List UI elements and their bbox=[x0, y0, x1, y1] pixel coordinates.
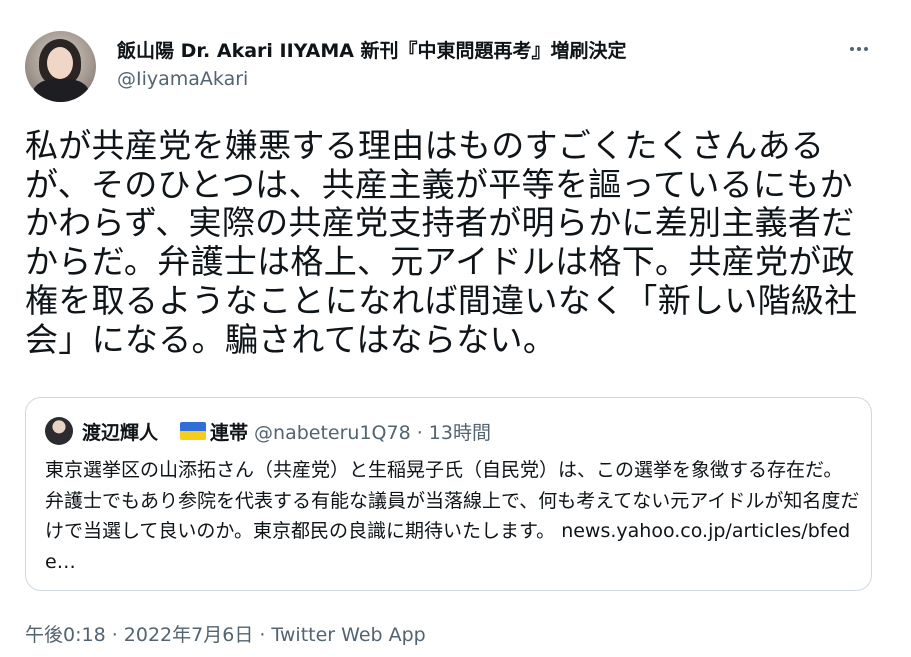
ukraine-flag-icon bbox=[180, 422, 207, 440]
dot bbox=[857, 47, 861, 51]
tweet-timestamp[interactable]: 午後0:18 · 2022年7月6日 · Twitter Web App bbox=[25, 620, 426, 647]
quoted-author-name[interactable]: 渡辺輝人 bbox=[82, 418, 158, 445]
flag-blue bbox=[180, 422, 207, 431]
author-display-name[interactable]: 飯山陽 Dr. Akari IIYAMA 新刊『中東問題再考』増刷決定 bbox=[117, 36, 627, 63]
quoted-tweet-header: 渡辺輝人 連帯 @nabeteru1Q78 · 13時間 bbox=[82, 416, 491, 446]
quoted-tweet-text: 東京選挙区の山添拓さん（共産党）と生稲晃子氏（自民党）は、この選挙を象徴する存在… bbox=[45, 455, 860, 577]
quoted-author-name-suffix: 連帯 bbox=[210, 421, 249, 444]
quoted-handle-time[interactable]: @nabeteru1Q78 · 13時間 bbox=[254, 418, 491, 445]
tweet-text: 私が共産党を嫌悪する理由はものすごくたくさんあるが、そのひとつは、共産主義が平等… bbox=[25, 126, 858, 359]
author-avatar[interactable] bbox=[25, 31, 96, 102]
quoted-tweet[interactable]: 渡辺輝人 連帯 @nabeteru1Q78 · 13時間 東京選挙区の山添拓さん… bbox=[25, 397, 872, 591]
dot bbox=[864, 47, 868, 51]
avatar-face bbox=[47, 47, 73, 79]
quoted-author-avatar[interactable] bbox=[45, 417, 73, 445]
dot bbox=[850, 47, 854, 51]
more-options-icon[interactable] bbox=[845, 38, 873, 60]
avatar-body bbox=[33, 79, 89, 102]
flag-yellow bbox=[180, 431, 207, 440]
author-handle[interactable]: @IiyamaAkari bbox=[117, 68, 248, 90]
